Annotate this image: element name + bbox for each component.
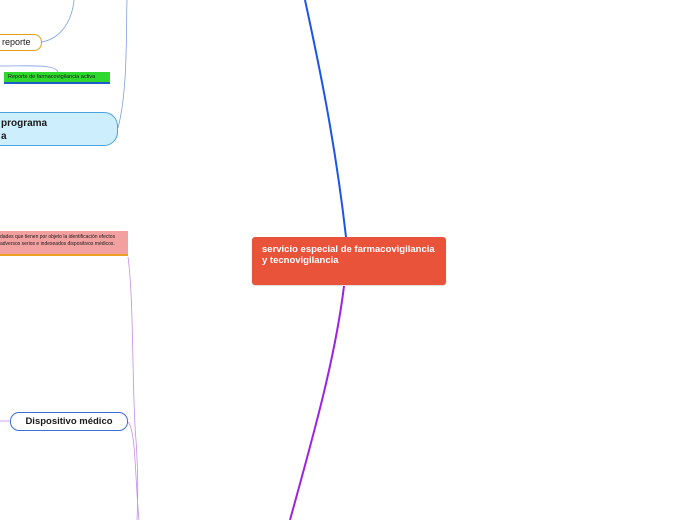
dispositivo-medico-node[interactable]: Dispositivo médico bbox=[10, 412, 128, 431]
programa-connector bbox=[117, 0, 128, 129]
reporte-activo-node[interactable]: Reporte de farmacovigilancia activa bbox=[4, 72, 110, 84]
reporte-connector bbox=[41, 0, 75, 43]
reporte-label: reporte bbox=[2, 37, 31, 47]
reporte-activo-label: Reporte de farmacovigilancia activa bbox=[8, 74, 96, 80]
definicion-node[interactable]: dades que tienen por objeto la identific… bbox=[0, 231, 128, 256]
definicion-connector bbox=[127, 256, 137, 441]
programa-node[interactable]: programa a bbox=[0, 112, 118, 146]
programa-label: programa a bbox=[1, 118, 48, 142]
upper-main-connector bbox=[304, 0, 347, 238]
reporte-node[interactable]: reporte bbox=[0, 34, 42, 51]
lower-main-connector bbox=[289, 285, 345, 520]
central-topic[interactable]: servicio especial de farmacovigilancia y… bbox=[252, 237, 446, 285]
dispositivo-medico-label: Dispositivo médico bbox=[25, 416, 113, 427]
central-topic-label: servicio especial de farmacovigilancia y… bbox=[262, 244, 435, 266]
definicion-label: dades que tienen por objeto la identific… bbox=[0, 234, 116, 247]
